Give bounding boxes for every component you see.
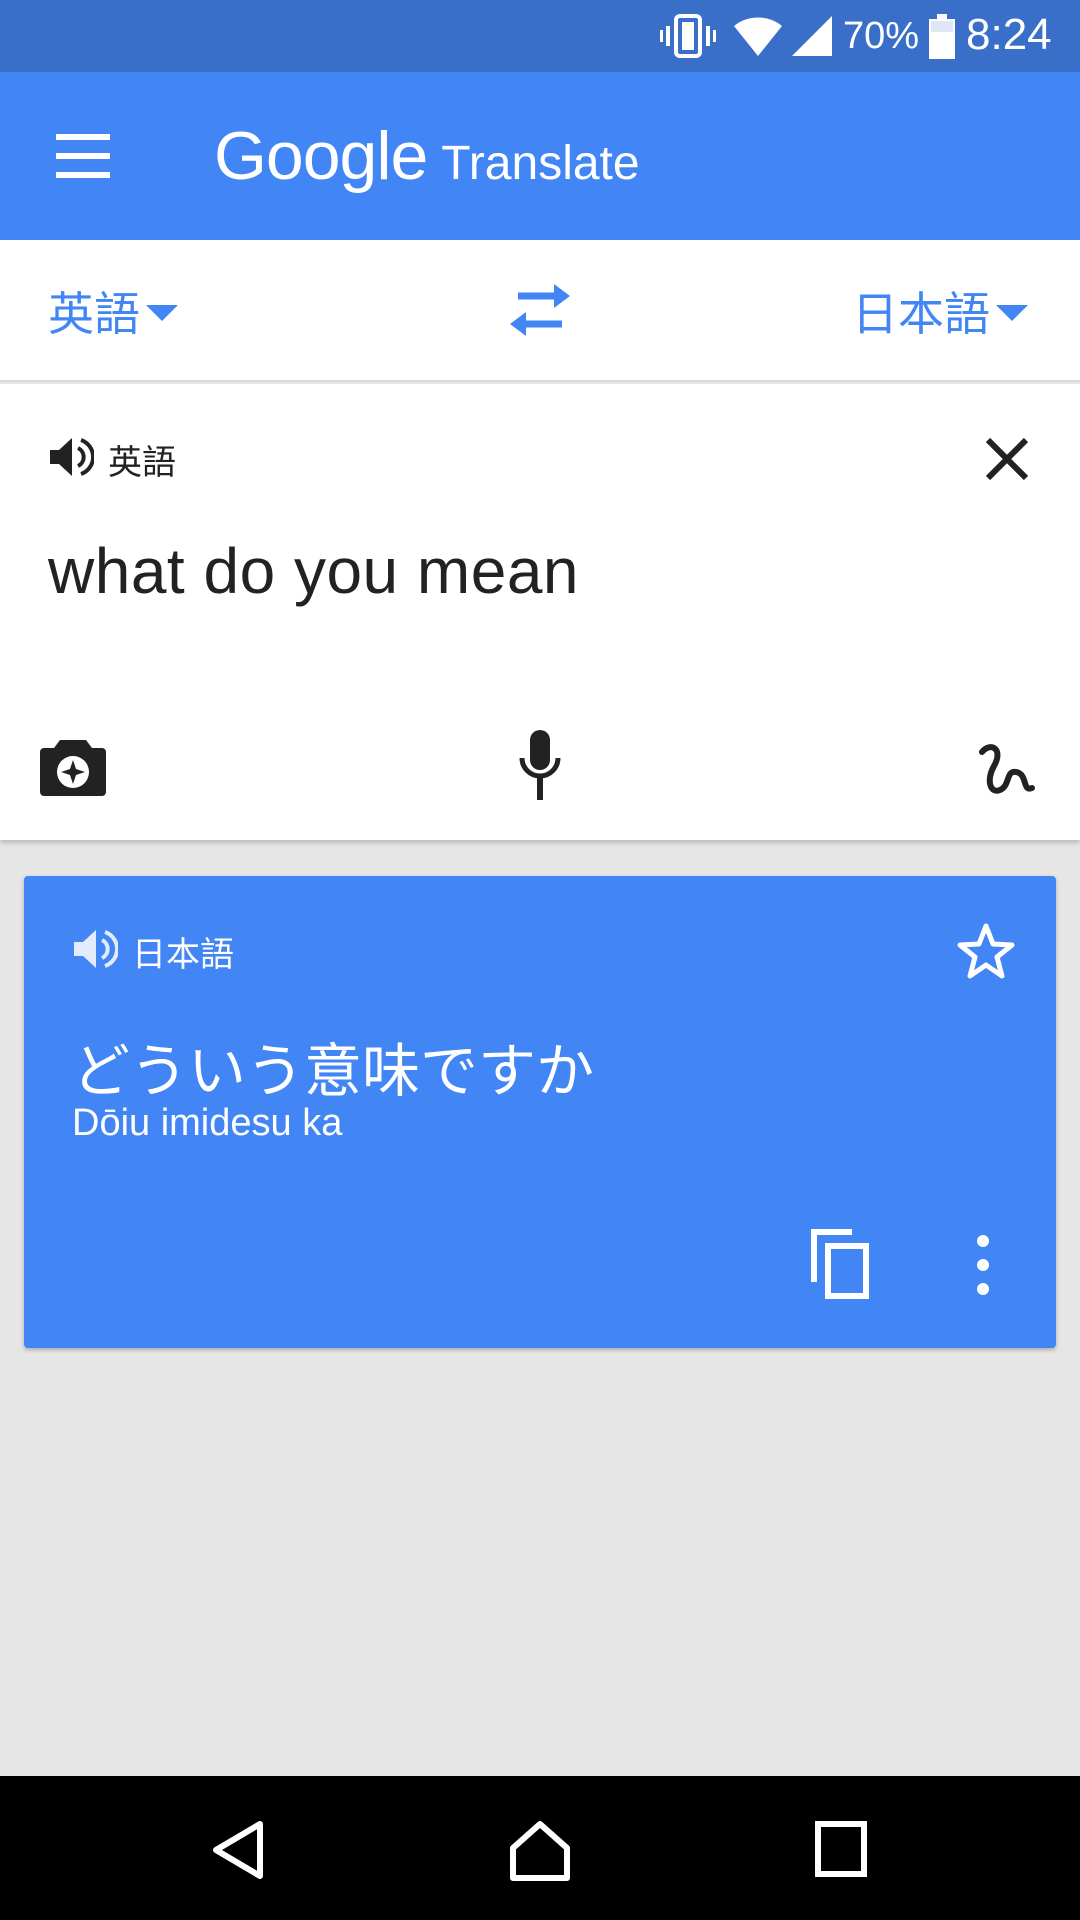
- target-language-selector[interactable]: 日本語: [852, 274, 1028, 348]
- microphone-icon[interactable]: [516, 728, 564, 804]
- dropdown-caret-icon: [146, 305, 178, 321]
- star-icon[interactable]: [954, 920, 1018, 984]
- handwriting-icon[interactable]: [976, 740, 1036, 800]
- result-card: 日本語 どういう意味ですか Dōiu imidesu ka: [24, 876, 1056, 1348]
- swap-arrows-icon[interactable]: [504, 280, 576, 342]
- home-icon[interactable]: [505, 1818, 575, 1882]
- source-language-selector[interactable]: 英語: [48, 274, 178, 348]
- input-card: 英語 what do you mean: [0, 384, 1080, 840]
- speaker-icon[interactable]: [48, 434, 96, 485]
- back-icon[interactable]: [206, 1818, 276, 1882]
- app-bar: Google Translate: [0, 72, 1080, 240]
- hamburger-menu-icon[interactable]: [44, 126, 124, 186]
- clear-icon[interactable]: [978, 430, 1036, 488]
- camera-icon[interactable]: [40, 736, 106, 798]
- wifi-icon: [732, 14, 784, 63]
- speaker-icon[interactable]: [72, 926, 120, 977]
- input-language-label: 英語: [108, 443, 176, 482]
- copy-icon[interactable]: [808, 1228, 872, 1300]
- app-brand: Google: [214, 118, 428, 194]
- source-language-label: 英語: [48, 288, 140, 340]
- recents-icon[interactable]: [808, 1818, 878, 1882]
- input-language-row: 英語: [48, 432, 176, 486]
- battery-icon: [928, 14, 956, 65]
- clock: 8:24: [966, 10, 1052, 59]
- target-language-label: 日本語: [852, 288, 990, 340]
- signal-icon: [790, 14, 834, 63]
- app-title: Google Translate: [214, 114, 640, 198]
- status-bar: 70% 8:24: [0, 0, 1080, 72]
- translation-text: どういう意味ですか: [72, 1039, 595, 1104]
- result-language-row: 日本語: [72, 926, 234, 976]
- app-product: Translate: [441, 137, 640, 190]
- transliteration-text: Dōiu imidesu ka: [72, 1102, 343, 1144]
- language-bar: 英語 日本語: [0, 240, 1080, 382]
- dropdown-caret-icon: [996, 305, 1028, 321]
- more-vert-icon[interactable]: [970, 1230, 996, 1300]
- battery-percent: 70%: [843, 15, 920, 57]
- navigation-bar: [0, 1776, 1080, 1920]
- vibrate-icon: [660, 14, 716, 63]
- result-language-label: 日本語: [132, 935, 234, 974]
- source-text-input[interactable]: what do you mean: [48, 534, 579, 608]
